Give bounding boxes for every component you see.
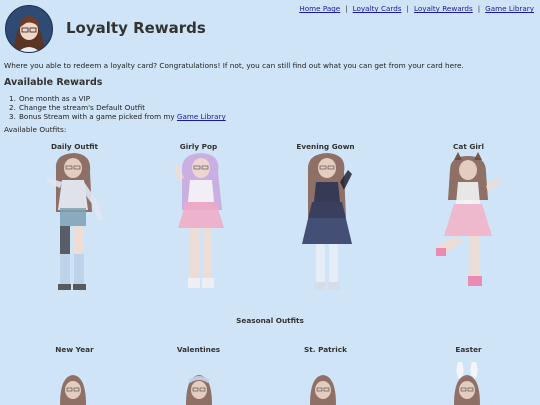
nav-separator: | (345, 4, 348, 13)
list-item: 3. Bonus Stream with a game picked from m… (9, 112, 226, 121)
list-number: 3. (9, 112, 16, 122)
outfit-image-daily[interactable] (40, 152, 110, 294)
outfit-name-cat-girl: Cat Girl (453, 142, 484, 151)
outfit-name-evening-gown: Evening Gown (296, 142, 355, 151)
page-title: Loyalty Rewards (66, 19, 206, 37)
nav-link-home-page[interactable]: Home Page (299, 4, 340, 13)
outfit-name-easter: Easter (455, 345, 482, 354)
game-library-link[interactable]: Game Library (177, 112, 226, 121)
reward-text: One month as a VIP (19, 94, 91, 103)
outfit-image-girly-pop[interactable] (168, 152, 234, 294)
nav-separator: | (406, 4, 409, 13)
intro-text: Where you able to redeem a loyalty card?… (4, 61, 464, 70)
outfit-name-new-year: New Year (55, 345, 94, 354)
rewards-list: 1. One month as a VIP 2. Change the stream… (9, 94, 226, 122)
reward-text: Bonus Stream with a game picked from my (19, 112, 177, 122)
nav-link-loyalty-rewards[interactable]: Loyalty Rewards (414, 4, 473, 13)
nav-link-game-library[interactable]: Game Library (485, 4, 534, 13)
outfit-name-daily: Daily Outfit (50, 142, 99, 151)
outfit-image-easter[interactable] (450, 362, 484, 405)
outfit-name-st-patrick: St. Patrick (304, 345, 347, 354)
outfit-image-cat-girl[interactable] (432, 152, 508, 294)
outfit-name-valentines: Valentines (176, 345, 221, 354)
list-item: 2. Change the stream's Default Outfit (9, 103, 226, 112)
avatar (5, 5, 53, 53)
list-number: 2. (9, 103, 16, 113)
list-item: 1. One month as a VIP (9, 94, 226, 103)
outfit-image-valentines[interactable] (184, 372, 214, 405)
seasonal-outfits-heading: Seasonal Outfits (236, 316, 304, 325)
top-nav: Home Page | Loyalty Cards | Loyalty Rewa… (299, 4, 534, 13)
available-rewards-heading: Available Rewards (4, 77, 103, 88)
nav-separator: | (477, 4, 481, 13)
available-outfits-label: Available Outfits: (4, 125, 67, 134)
outfit-name-girly-pop: Girly Pop (179, 142, 218, 151)
page-header: Loyalty Rewards Home Page | Loyalty Card… (0, 0, 540, 58)
list-number: 1. (9, 94, 16, 103)
reward-text: Change the stream's Default Outfit (19, 103, 145, 113)
outfit-image-st-patrick[interactable] (308, 372, 338, 405)
nav-link-loyalty-cards[interactable]: Loyalty Cards (353, 4, 402, 13)
outfit-image-new-year[interactable] (58, 372, 88, 405)
outfit-image-evening-gown[interactable] (294, 152, 360, 294)
